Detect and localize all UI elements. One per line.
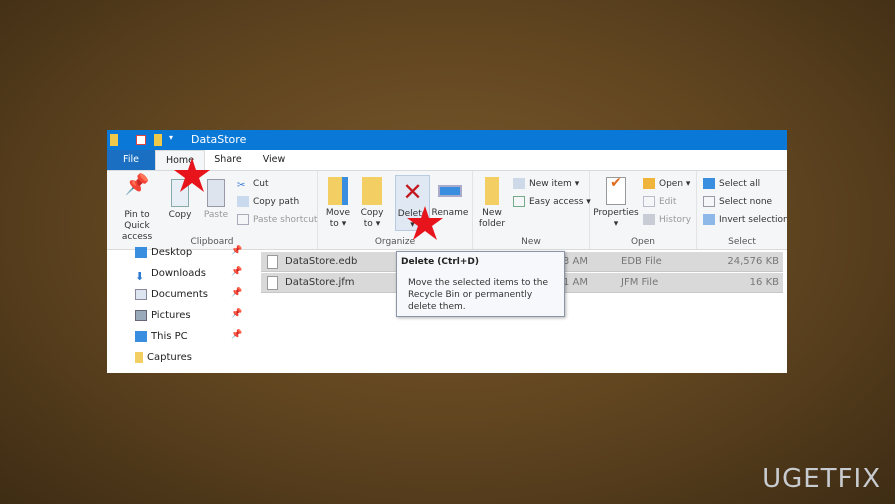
red-star-annotation xyxy=(407,206,443,240)
annotation-overlay xyxy=(174,158,443,240)
red-star-annotation xyxy=(174,158,210,192)
ugetfix-watermark-logo: UGETFIX xyxy=(762,464,881,494)
